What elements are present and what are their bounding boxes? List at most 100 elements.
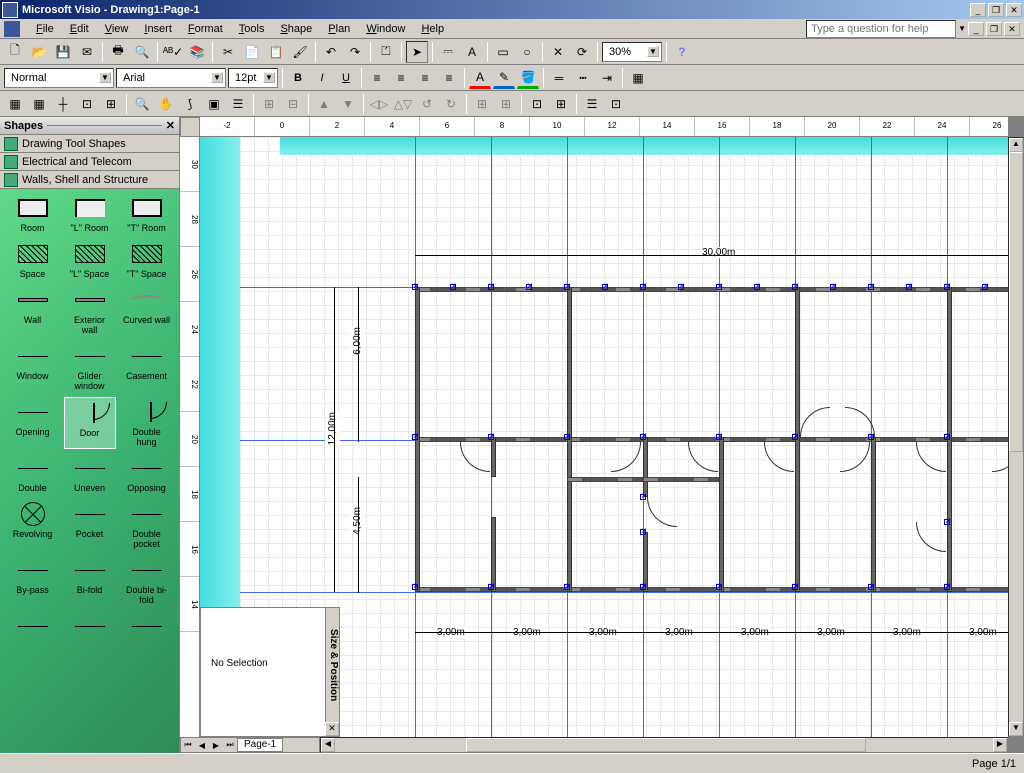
- shape-double-hung[interactable]: Double hung: [121, 397, 173, 449]
- shape-glider-window[interactable]: Glider window: [64, 341, 116, 393]
- ruler-corner[interactable]: [180, 117, 200, 137]
- line-ends-button[interactable]: ⇥: [596, 67, 618, 89]
- tab-first-button[interactable]: ⏮: [181, 738, 195, 752]
- layout-shapes-button[interactable]: ⊞: [550, 93, 572, 115]
- print-button[interactable]: 🖶: [107, 41, 129, 63]
- font-size-dropdown[interactable]: 12pt▼: [228, 68, 278, 88]
- connection-point-button[interactable]: ✕: [547, 41, 569, 63]
- connector-tool-button[interactable]: ⎓: [437, 41, 459, 63]
- underline-button[interactable]: U: [335, 67, 357, 89]
- print-preview-button[interactable]: 🔍: [131, 41, 153, 63]
- shape--t-room[interactable]: "T" Room: [121, 193, 173, 235]
- connect-shapes-button[interactable]: ⊡: [526, 93, 548, 115]
- shape-opposing[interactable]: Opposing: [121, 453, 173, 495]
- menu-shape[interactable]: Shape: [272, 21, 320, 37]
- page-tab-1[interactable]: Page-1: [237, 738, 283, 752]
- shape-item[interactable]: [7, 611, 59, 643]
- stamp-button[interactable]: ⏍: [375, 41, 397, 63]
- format-button[interactable]: ▦: [627, 67, 649, 89]
- zoom-in-button[interactable]: 🔍: [131, 93, 153, 115]
- menu-tools[interactable]: Tools: [231, 21, 273, 37]
- undo-button[interactable]: ↶: [320, 41, 342, 63]
- shape-space[interactable]: Space: [7, 239, 59, 281]
- stencil-item[interactable]: Electrical and Telecom: [0, 153, 179, 171]
- mail-button[interactable]: ✉: [76, 41, 98, 63]
- shape-wall[interactable]: Wall: [7, 285, 59, 337]
- menu-plan[interactable]: Plan: [320, 21, 358, 37]
- doc-restore-button[interactable]: ❐: [986, 22, 1002, 36]
- shapes-window-button[interactable]: ▦: [4, 93, 26, 115]
- doc-minimize-button[interactable]: _: [968, 22, 984, 36]
- menu-edit[interactable]: Edit: [62, 21, 97, 37]
- pointer-tool-button[interactable]: ➤: [406, 41, 428, 63]
- open-button[interactable]: 📂: [28, 41, 50, 63]
- style-dropdown[interactable]: Normal▼: [4, 68, 114, 88]
- size-position-close-button[interactable]: ✕: [325, 722, 339, 736]
- line-color-button[interactable]: ✎: [493, 67, 515, 89]
- shape-casement[interactable]: Casement: [121, 341, 173, 393]
- close-button[interactable]: ✕: [1006, 3, 1022, 17]
- layer-props-button[interactable]: ☰: [581, 93, 603, 115]
- stencil-item[interactable]: Drawing Tool Shapes: [0, 135, 179, 153]
- italic-button[interactable]: I: [311, 67, 333, 89]
- shape-double[interactable]: Double: [7, 453, 59, 495]
- shape-item[interactable]: [64, 611, 116, 643]
- layer-button[interactable]: ▣: [203, 93, 225, 115]
- help-dropdown-arrow[interactable]: ▼: [958, 24, 966, 33]
- align-right-button[interactable]: ≡: [414, 67, 436, 89]
- shape-room[interactable]: Room: [7, 193, 59, 235]
- shape-double-bi-fold[interactable]: Double bi-fold: [121, 555, 173, 607]
- menu-window[interactable]: Window: [358, 21, 413, 37]
- shape-revolving[interactable]: Revolving: [7, 499, 59, 551]
- minimize-button[interactable]: _: [970, 3, 986, 17]
- drawing-canvas[interactable]: 30,00m 6,00m 12,00m 4,50m 3,00m3,00m3,00…: [200, 137, 1008, 737]
- paste-button[interactable]: 📋: [265, 41, 287, 63]
- menu-file[interactable]: File: [28, 21, 62, 37]
- shape-door[interactable]: Door: [64, 397, 116, 449]
- layers-button[interactable]: ☰: [227, 93, 249, 115]
- shape--t-space[interactable]: "T" Space: [121, 239, 173, 281]
- glue-button[interactable]: ⊞: [100, 93, 122, 115]
- new-button[interactable]: 🗋: [4, 41, 26, 63]
- rectangle-tool-button[interactable]: ▭: [492, 41, 514, 63]
- copy-button[interactable]: 📄: [241, 41, 263, 63]
- shape-double-pocket[interactable]: Double pocket: [121, 499, 173, 551]
- grid-button[interactable]: ▦: [28, 93, 50, 115]
- horizontal-scrollbar[interactable]: ◀ ▶: [320, 737, 1008, 753]
- research-button[interactable]: 📚: [186, 41, 208, 63]
- font-color-button[interactable]: A: [469, 67, 491, 89]
- tab-prev-button[interactable]: ◀: [195, 738, 209, 752]
- stencil-item[interactable]: Walls, Shell and Structure: [0, 171, 179, 189]
- shape-opening[interactable]: Opening: [7, 397, 59, 449]
- vertical-ruler[interactable]: 302826242220181614: [180, 137, 200, 737]
- shape-window[interactable]: Window: [7, 341, 59, 393]
- rotate-button[interactable]: ⟳: [571, 41, 593, 63]
- shape-explorer-button[interactable]: ⊡: [605, 93, 627, 115]
- shape-bi-fold[interactable]: Bi-fold: [64, 555, 116, 607]
- cut-button[interactable]: ✂: [217, 41, 239, 63]
- shape-by-pass[interactable]: By-pass: [7, 555, 59, 607]
- horizontal-ruler[interactable]: -20246810121416182022242628: [200, 117, 1008, 137]
- shapes-panel-close-button[interactable]: ✕: [166, 119, 175, 132]
- doc-close-button[interactable]: ✕: [1004, 22, 1020, 36]
- bold-button[interactable]: B: [287, 67, 309, 89]
- guides-button[interactable]: ┼: [52, 93, 74, 115]
- font-dropdown[interactable]: Arial▼: [116, 68, 226, 88]
- zoom-dropdown[interactable]: 30%▼: [602, 42, 662, 62]
- menu-insert[interactable]: Insert: [136, 21, 180, 37]
- connectors-button[interactable]: ⊡: [76, 93, 98, 115]
- text-tool-button[interactable]: A: [461, 41, 483, 63]
- tab-last-button[interactable]: ⏭: [223, 738, 237, 752]
- align-justify-button[interactable]: ≡: [438, 67, 460, 89]
- help-search-input[interactable]: [806, 20, 956, 38]
- save-button[interactable]: 💾: [52, 41, 74, 63]
- menu-help[interactable]: Help: [413, 21, 452, 37]
- shape-pocket[interactable]: Pocket: [64, 499, 116, 551]
- spelling-button[interactable]: ᴬᴮ✓: [162, 41, 184, 63]
- vertical-scrollbar[interactable]: ▲ ▼: [1008, 137, 1024, 737]
- shape-uneven[interactable]: Uneven: [64, 453, 116, 495]
- line-weight-button[interactable]: ═: [548, 67, 570, 89]
- shape-exterior-wall[interactable]: Exterior wall: [64, 285, 116, 337]
- line-pattern-button[interactable]: ┅: [572, 67, 594, 89]
- tab-next-button[interactable]: ▶: [209, 738, 223, 752]
